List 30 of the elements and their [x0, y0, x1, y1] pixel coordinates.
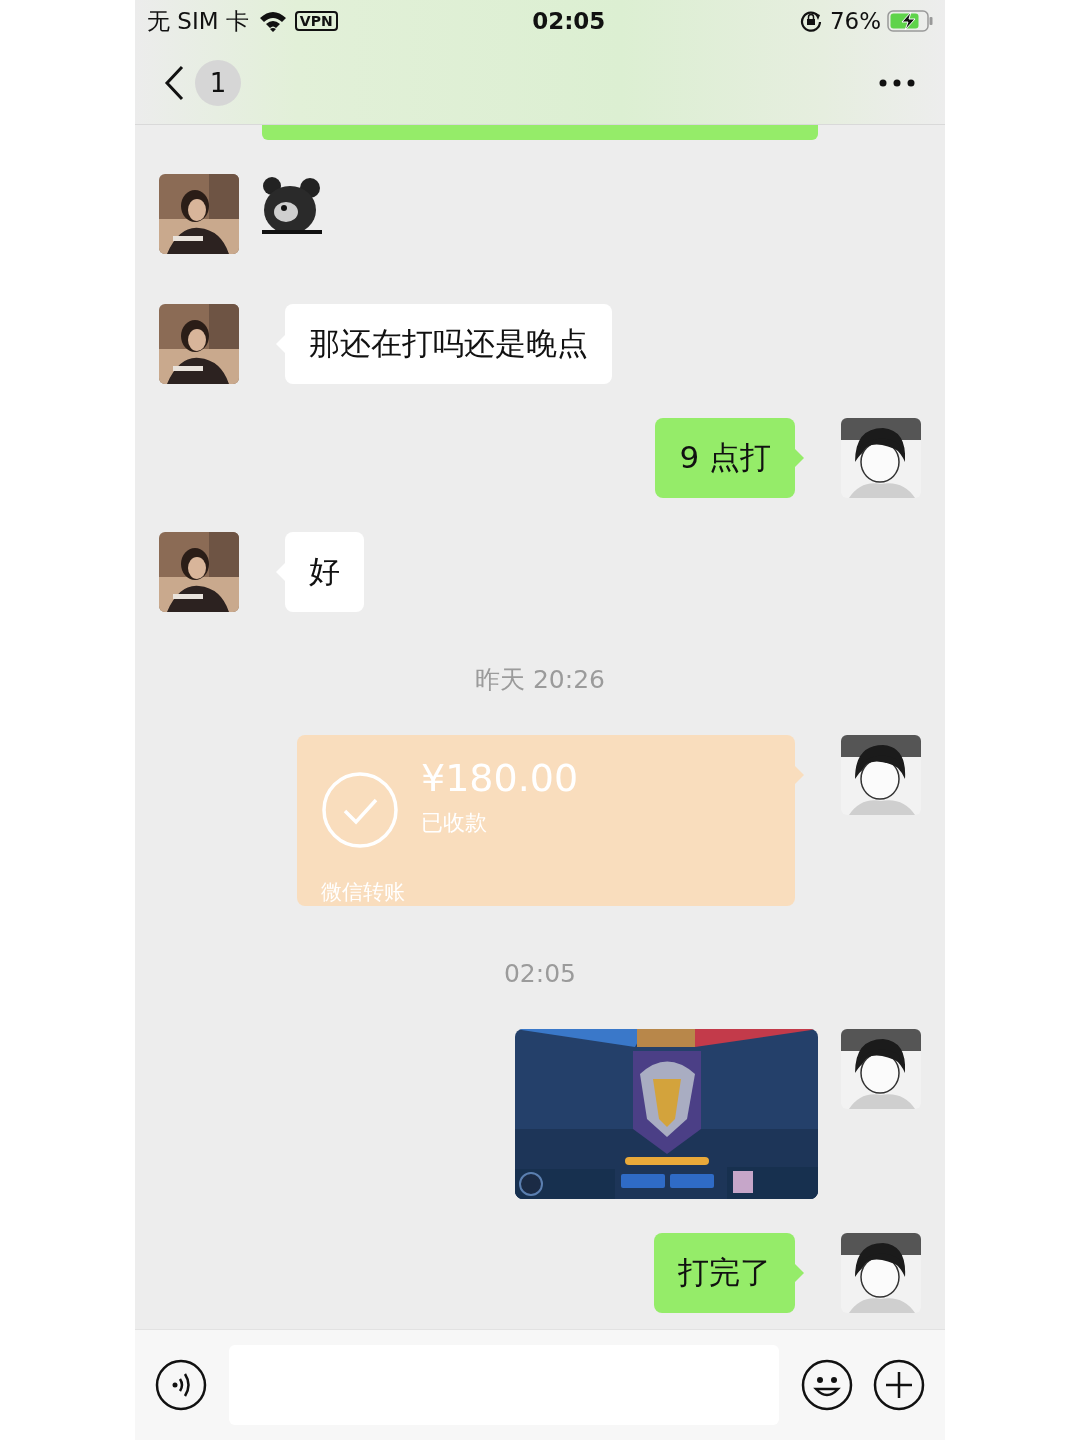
- message-bubble[interactable]: 好: [285, 532, 364, 612]
- battery-percent: 76%: [829, 8, 881, 34]
- timestamp: 02:05: [503, 959, 576, 988]
- avatar[interactable]: [841, 1233, 921, 1313]
- battery-charging-icon: [887, 10, 933, 32]
- transfer-status: 已收款: [421, 808, 488, 837]
- avatar[interactable]: [159, 532, 239, 612]
- more-button[interactable]: [879, 79, 915, 87]
- vpn-badge: VPN: [294, 11, 338, 31]
- avatar[interactable]: [159, 304, 239, 384]
- message-bubble[interactable]: 9 点打: [655, 418, 795, 498]
- wifi-icon: [258, 10, 287, 32]
- emoji-button[interactable]: [801, 1359, 853, 1411]
- unread-count-badge: 1: [195, 60, 241, 106]
- transfer-label: 微信转账: [321, 879, 406, 906]
- avatar[interactable]: [841, 1029, 921, 1109]
- message-bubble[interactable]: 打完了: [654, 1233, 795, 1313]
- avatar[interactable]: [159, 174, 239, 254]
- timestamp: 昨天 20:26: [475, 665, 605, 694]
- avatar[interactable]: [841, 418, 921, 498]
- rotation-lock-icon: [799, 10, 822, 32]
- message-bubble[interactable]: 那还在打吗还是晚点: [285, 304, 612, 384]
- clock: 02:05: [531, 8, 607, 34]
- carrier-label: 无 SIM 卡: [147, 6, 249, 36]
- transfer-amount: ¥180.00: [421, 755, 579, 800]
- check-circle-icon: [321, 770, 399, 849]
- back-button[interactable]: [163, 65, 185, 101]
- avatar[interactable]: [841, 735, 921, 815]
- voice-button[interactable]: [155, 1359, 207, 1411]
- add-button[interactable]: [873, 1359, 925, 1411]
